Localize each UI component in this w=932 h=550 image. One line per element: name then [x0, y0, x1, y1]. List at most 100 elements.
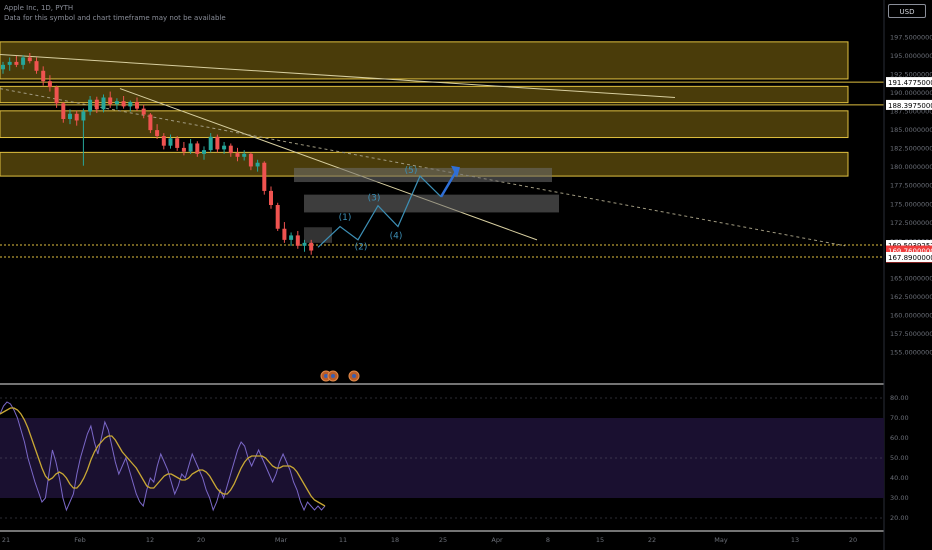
candle-body	[168, 138, 173, 146]
candle-body	[135, 101, 139, 109]
time-tick-label: 25	[439, 536, 447, 544]
data-warning: Data for this symbol and chart timeframe…	[4, 14, 226, 22]
projection-box	[294, 167, 552, 183]
price-tick-label: 162.50000000	[890, 293, 932, 301]
time-tick-label: May	[714, 536, 728, 544]
price-tick-label: 177.50000000	[890, 182, 932, 190]
time-tick-label: 8	[546, 536, 550, 544]
candle-body	[215, 136, 220, 150]
price-tick-label: 195.00000000	[890, 52, 932, 60]
time-tick-label: 22	[648, 536, 656, 544]
price-tick-label: 155.00000000	[890, 349, 932, 357]
candle-body	[81, 111, 86, 121]
event-marker-icon	[324, 374, 328, 378]
currency-button[interactable]: USD	[888, 4, 926, 18]
candle-body	[309, 242, 314, 251]
price-tick-label: 175.00000000	[890, 200, 932, 208]
wave-label: (4)	[390, 231, 403, 241]
rsi-tick-label: 50.00	[890, 454, 909, 462]
price-tick-label: 180.00000000	[890, 163, 932, 171]
price-tick-label: 190.00000000	[890, 89, 932, 97]
rsi-tick-label: 60.00	[890, 434, 909, 442]
rsi-tick-label: 30.00	[890, 494, 909, 502]
candle-body	[181, 147, 186, 152]
time-tick-label: Apr	[491, 536, 503, 544]
candle-body	[302, 242, 307, 246]
price-tick-label: 197.50000000	[890, 33, 932, 41]
wave-label: (5)	[405, 166, 418, 176]
time-tick-label: 20	[197, 536, 205, 544]
candle-body	[1, 64, 5, 70]
price-tick-label: 172.50000000	[890, 219, 932, 227]
candle-body	[41, 70, 46, 82]
price-tag-label: 188.39750000	[888, 102, 932, 110]
event-marker-icon	[352, 374, 356, 378]
projection-box	[304, 194, 559, 213]
time-tick-label: 20	[849, 536, 857, 544]
rsi-tick-label: 20.00	[890, 514, 909, 522]
candle-body	[275, 205, 280, 229]
candle-body	[161, 136, 166, 146]
price-tick-label: 182.50000000	[890, 145, 932, 153]
candle-body	[74, 113, 79, 121]
supply-zone	[0, 110, 849, 139]
event-marker-icon	[331, 374, 335, 378]
candle-body	[228, 145, 233, 154]
candle-body	[108, 97, 113, 105]
price-tick-label: 185.00000000	[890, 126, 932, 134]
candle-body	[68, 113, 72, 119]
candle-body	[222, 145, 227, 150]
candle-body	[14, 61, 19, 65]
candle-body	[94, 99, 99, 110]
wave-label: (3)	[368, 194, 381, 204]
supply-zone	[0, 85, 849, 104]
candle-body	[21, 57, 26, 65]
rsi-tick-label: 80.00	[890, 394, 909, 402]
time-tick-label: 13	[791, 536, 799, 544]
price-tick-label: 165.00000000	[890, 274, 932, 282]
price-tag-label: 167.89000000	[888, 254, 932, 262]
symbol-title: Apple Inc, 1D, PYTH	[4, 4, 74, 12]
wave-label: (2)	[355, 243, 368, 253]
candle-body	[242, 153, 247, 157]
supply-zone	[0, 41, 849, 80]
candle-body	[195, 143, 200, 154]
time-tick-label: 18	[391, 536, 399, 544]
candle-body	[155, 130, 160, 137]
candle-body	[27, 57, 32, 62]
candle-body	[148, 114, 153, 131]
time-tick-label: Mar	[275, 536, 288, 544]
candle-body	[255, 162, 260, 167]
price-tick-label: 157.50000000	[890, 330, 932, 338]
candle-body	[262, 162, 267, 191]
candle-body	[208, 136, 213, 151]
candle-body	[282, 228, 287, 240]
time-tick-label: Feb	[74, 536, 86, 544]
candle-body	[175, 138, 180, 148]
candle-body	[61, 103, 66, 119]
rsi-tick-label: 70.00	[890, 414, 909, 422]
candle-body	[54, 87, 59, 104]
time-tick-label: 21	[2, 536, 10, 544]
candle-body	[289, 235, 294, 240]
candle-body	[88, 99, 93, 112]
projection-box	[304, 227, 332, 243]
price-tick-label: 160.00000000	[890, 312, 932, 320]
time-tick-label: 12	[146, 536, 154, 544]
candle-body	[121, 101, 126, 107]
candle-body	[202, 150, 206, 154]
time-tick-label: 11	[339, 536, 347, 544]
candle-body	[128, 101, 133, 107]
candle-body	[141, 108, 146, 115]
wave-label: (1)	[339, 213, 352, 223]
candle-body	[188, 143, 193, 152]
rsi-tick-label: 40.00	[890, 474, 909, 482]
candle-body	[235, 153, 240, 157]
candle-body	[269, 190, 273, 206]
candle-body	[295, 235, 300, 246]
candle-body	[7, 61, 12, 65]
candle-body	[34, 61, 39, 71]
candle-body	[47, 81, 52, 88]
price-chart[interactable]: 197.50000000195.00000000192.50000000190.…	[0, 0, 932, 550]
candle-body	[114, 101, 119, 105]
